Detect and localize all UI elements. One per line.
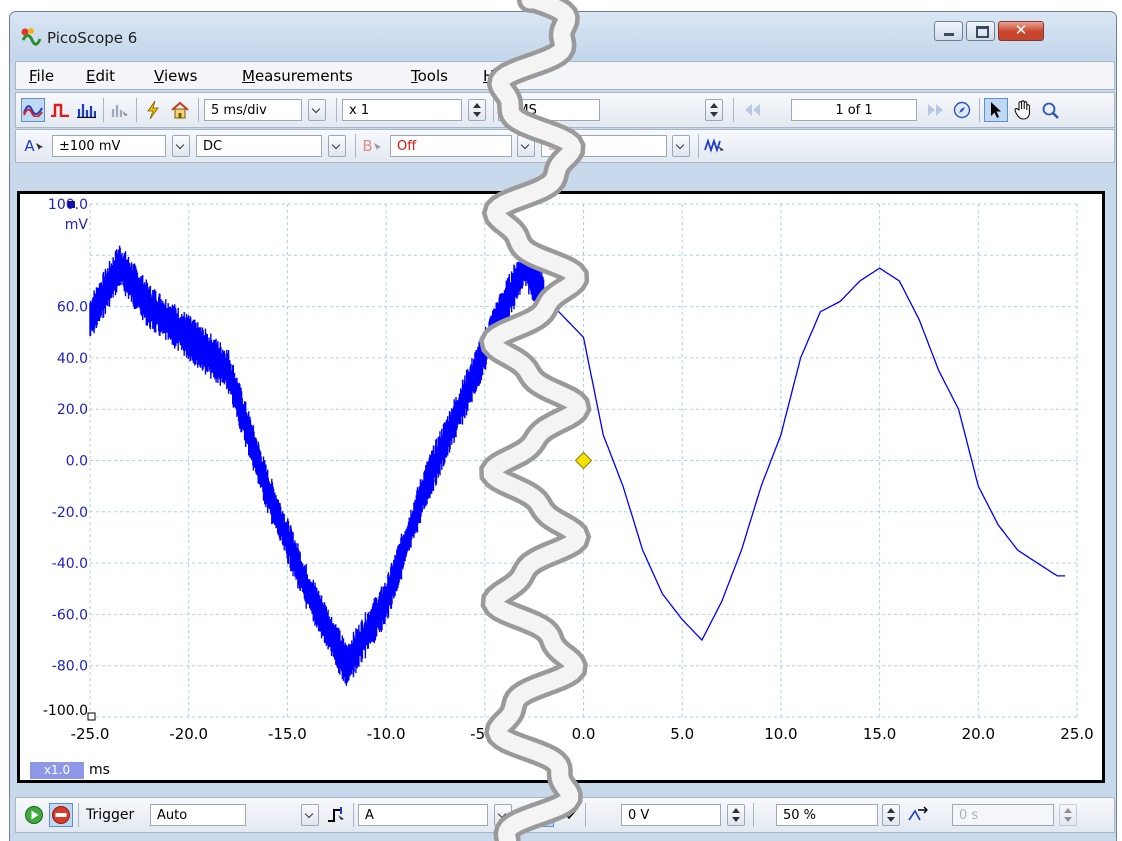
- zoom-field[interactable]: x 1: [342, 99, 462, 121]
- home-icon: [171, 101, 189, 119]
- x-tick-label: -10.0: [367, 725, 406, 743]
- compass-icon: [953, 101, 971, 119]
- maximize-button[interactable]: [966, 21, 995, 41]
- minimize-button[interactable]: [934, 21, 963, 41]
- buffer-index-field[interactable]: 1 of 1: [791, 99, 917, 121]
- default-view-button[interactable]: [168, 98, 192, 122]
- menu-edit[interactable]: Edit: [86, 67, 115, 85]
- y-axis-unit: mV: [65, 217, 89, 233]
- pre-trigger-spinner[interactable]: [882, 804, 900, 826]
- stop-capture-button[interactable]: [49, 803, 73, 827]
- timebase-select[interactable]: 5 ms/div: [204, 99, 302, 121]
- signal-generator-button[interactable]: [703, 134, 727, 158]
- y-tick-label: 40.0: [57, 351, 88, 367]
- trigger-mode-select[interactable]: Auto: [150, 804, 246, 826]
- x-tick-label: -20.0: [169, 725, 208, 743]
- x-tick-label: 15.0: [863, 725, 896, 743]
- channel-a-options-button[interactable]: A: [22, 134, 46, 158]
- timebase-dropdown-button[interactable]: [308, 99, 326, 121]
- x-tick-label: -15.0: [268, 725, 307, 743]
- y-tick-label: -20.0: [52, 505, 88, 521]
- y-tick-label: -80.0: [52, 659, 88, 675]
- trigger-level-spinner[interactable]: [727, 804, 745, 826]
- persistence-mode-button[interactable]: [48, 98, 72, 122]
- channel-b-coupling-dropdown[interactable]: [672, 135, 690, 157]
- menu-file[interactable]: File: [29, 67, 54, 85]
- delay-icon: [908, 806, 928, 821]
- y-bottom-label: -100.0: [43, 703, 88, 719]
- menu-tools[interactable]: Tools: [411, 67, 448, 85]
- trigger-mode-dropdown[interactable]: [301, 804, 319, 826]
- spectrum-options-button[interactable]: [108, 98, 132, 122]
- y-tick-label: 20.0: [57, 402, 88, 418]
- buffer-navigator-button[interactable]: [950, 98, 974, 122]
- time-ruler-handle: [87, 712, 96, 721]
- close-icon: ✕: [1014, 21, 1028, 39]
- channel-a-ruler-handle: [68, 201, 75, 208]
- y-tick-label: -60.0: [52, 607, 88, 623]
- samples-spinner[interactable]: [705, 99, 723, 121]
- play-icon: [25, 806, 43, 824]
- channel-a-arrow-icon: [35, 142, 43, 150]
- zoom-factor-badge[interactable]: x1.0: [30, 762, 84, 779]
- channel-a-coupling-dropdown[interactable]: [328, 135, 346, 157]
- post-trigger-delay-spinner[interactable]: [1059, 804, 1077, 826]
- scope-wave-icon: [23, 105, 43, 117]
- start-capture-button[interactable]: [22, 803, 46, 827]
- channel-b-label: B: [362, 137, 373, 155]
- trigger-edge-icon: [328, 807, 344, 822]
- auto-setup-button[interactable]: [141, 98, 165, 122]
- zoom-tool-button[interactable]: [1038, 98, 1062, 122]
- pulse-icon: [51, 103, 69, 117]
- channel-a-range-select[interactable]: ±100 mV: [52, 135, 166, 157]
- magnifier-icon: [1042, 102, 1059, 119]
- channel-a-label: A: [24, 137, 35, 155]
- x-tick-label: 5.0: [670, 725, 694, 743]
- spectrum-icon: [77, 104, 96, 118]
- x-tick-label: 10.0: [764, 725, 797, 743]
- hand-tool-button[interactable]: [1011, 98, 1035, 122]
- hand-icon: [1014, 100, 1030, 120]
- post-trigger-delay-button[interactable]: [906, 803, 930, 827]
- buffer-first-button[interactable]: [740, 98, 764, 122]
- scope-mode-button[interactable]: [21, 98, 45, 122]
- fast-forward-icon: [928, 104, 943, 116]
- channel-a-range-dropdown[interactable]: [172, 135, 190, 157]
- signal-generator-icon: [704, 138, 724, 153]
- rewind-icon: [745, 104, 760, 116]
- spectrum-disabled-icon: [111, 105, 128, 117]
- y-top-label: 100.0: [48, 197, 88, 213]
- y-tick-label: 60.0: [57, 300, 88, 316]
- close-button[interactable]: ✕: [998, 21, 1044, 41]
- x-tick-label: 25.0: [1060, 725, 1093, 743]
- channel-b-options-button[interactable]: B: [360, 134, 384, 158]
- pointer-tool-button[interactable]: [984, 98, 1008, 122]
- x-axis-unit: ms: [89, 762, 110, 778]
- lightning-icon: [147, 100, 159, 120]
- picoscope-logo-icon: [21, 28, 42, 46]
- channel-a-coupling-select[interactable]: DC: [196, 135, 322, 157]
- screenshot-tear-divider: [478, 0, 592, 841]
- pre-trigger-field[interactable]: 50 %: [776, 804, 878, 826]
- trigger-label: Trigger: [86, 807, 135, 823]
- stop-icon: [52, 806, 70, 824]
- advanced-trigger-button[interactable]: [325, 803, 349, 827]
- buffer-next-button[interactable]: [924, 98, 948, 122]
- y-tick-label: 0.0: [66, 454, 88, 470]
- x-tick-label: -25.0: [71, 725, 110, 743]
- channel-b-arrow-icon: [373, 142, 381, 150]
- trigger-source-select[interactable]: A: [358, 804, 488, 826]
- menu-views[interactable]: Views: [154, 67, 197, 85]
- window-title: PicoScope 6: [47, 29, 138, 47]
- x-tick-label: 20.0: [962, 725, 995, 743]
- y-tick-label: -40.0: [52, 556, 88, 572]
- menu-measurements[interactable]: Measurements: [242, 67, 353, 85]
- spectrum-mode-button[interactable]: [74, 98, 98, 122]
- cursor-arrow-icon: [991, 102, 1001, 118]
- post-trigger-delay-field[interactable]: 0 s: [952, 804, 1054, 826]
